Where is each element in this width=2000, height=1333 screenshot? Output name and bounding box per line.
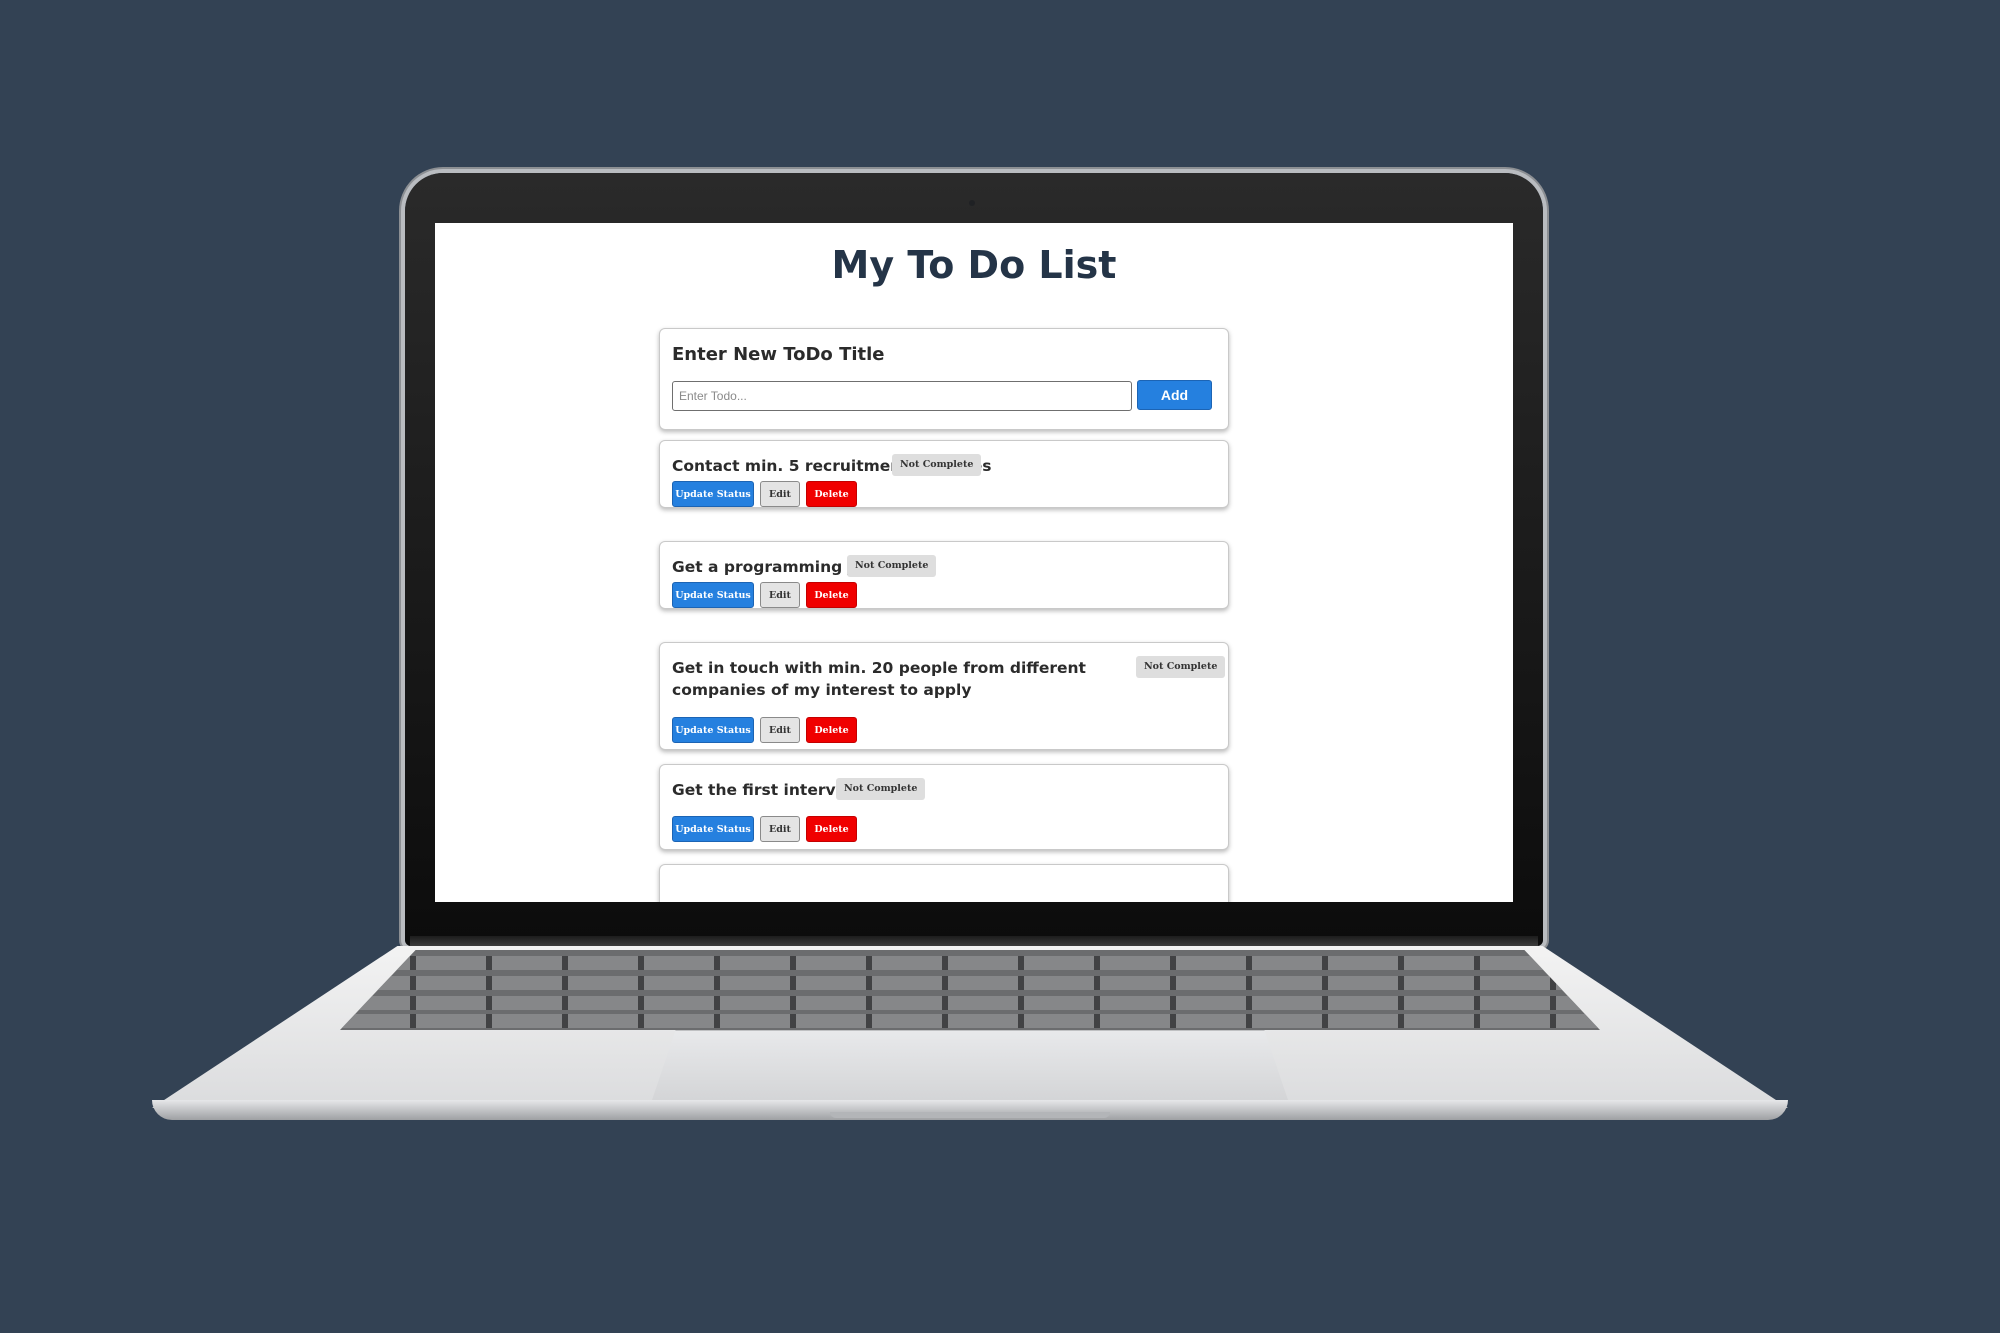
todo-item: Get a programming job Not Complete Updat… (659, 541, 1229, 609)
todo-title-input[interactable] (672, 381, 1132, 411)
new-todo-label: Enter New ToDo Title (672, 344, 885, 365)
delete-button[interactable]: Delete (806, 717, 857, 743)
todo-item: Get in touch with min. 20 people from di… (659, 642, 1229, 750)
status-badge: Not Complete (1136, 656, 1226, 678)
todo-actions: Update Status Edit Delete (672, 481, 857, 507)
delete-button[interactable]: Delete (806, 481, 857, 507)
webcam (969, 200, 975, 206)
status-badge: Not Complete (892, 454, 982, 476)
todo-item: Contact min. 5 recruitment agencies Not … (659, 440, 1229, 508)
key-row (340, 956, 1600, 970)
update-status-button[interactable]: Update Status (672, 481, 754, 507)
update-status-button[interactable]: Update Status (672, 582, 754, 608)
edit-button[interactable]: Edit (760, 481, 800, 507)
todo-title: Get in touch with min. 20 people from di… (672, 659, 1086, 699)
new-todo-card: Enter New ToDo Title Add (659, 328, 1229, 430)
todo-actions: Update Status Edit Delete (672, 717, 857, 743)
laptop-lid: My To Do List Enter New ToDo Title Add C… (405, 173, 1543, 946)
status-badge: Not Complete (836, 778, 926, 800)
laptop-front-notch (830, 1112, 1110, 1118)
update-status-button[interactable]: Update Status (672, 816, 754, 842)
todo-actions: Update Status Edit Delete (672, 816, 857, 842)
delete-button[interactable]: Delete (806, 816, 857, 842)
key-row (340, 976, 1600, 990)
delete-button[interactable]: Delete (806, 582, 857, 608)
edit-button[interactable]: Edit (760, 582, 800, 608)
todo-item: Get the first interview Not Complete Upd… (659, 764, 1229, 850)
key-row (340, 996, 1600, 1010)
status-badge: Not Complete (847, 555, 937, 577)
add-button[interactable]: Add (1137, 380, 1212, 410)
laptop-screen: My To Do List Enter New ToDo Title Add C… (435, 223, 1513, 902)
edit-button[interactable]: Edit (760, 816, 800, 842)
todo-item-partial (659, 864, 1229, 902)
page-title: My To Do List (831, 243, 1117, 287)
update-status-button[interactable]: Update Status (672, 717, 754, 743)
trackpad (650, 1030, 1290, 1106)
keyboard (340, 950, 1600, 1030)
edit-button[interactable]: Edit (760, 717, 800, 743)
todo-actions: Update Status Edit Delete (672, 582, 857, 608)
key-row (340, 1014, 1600, 1028)
